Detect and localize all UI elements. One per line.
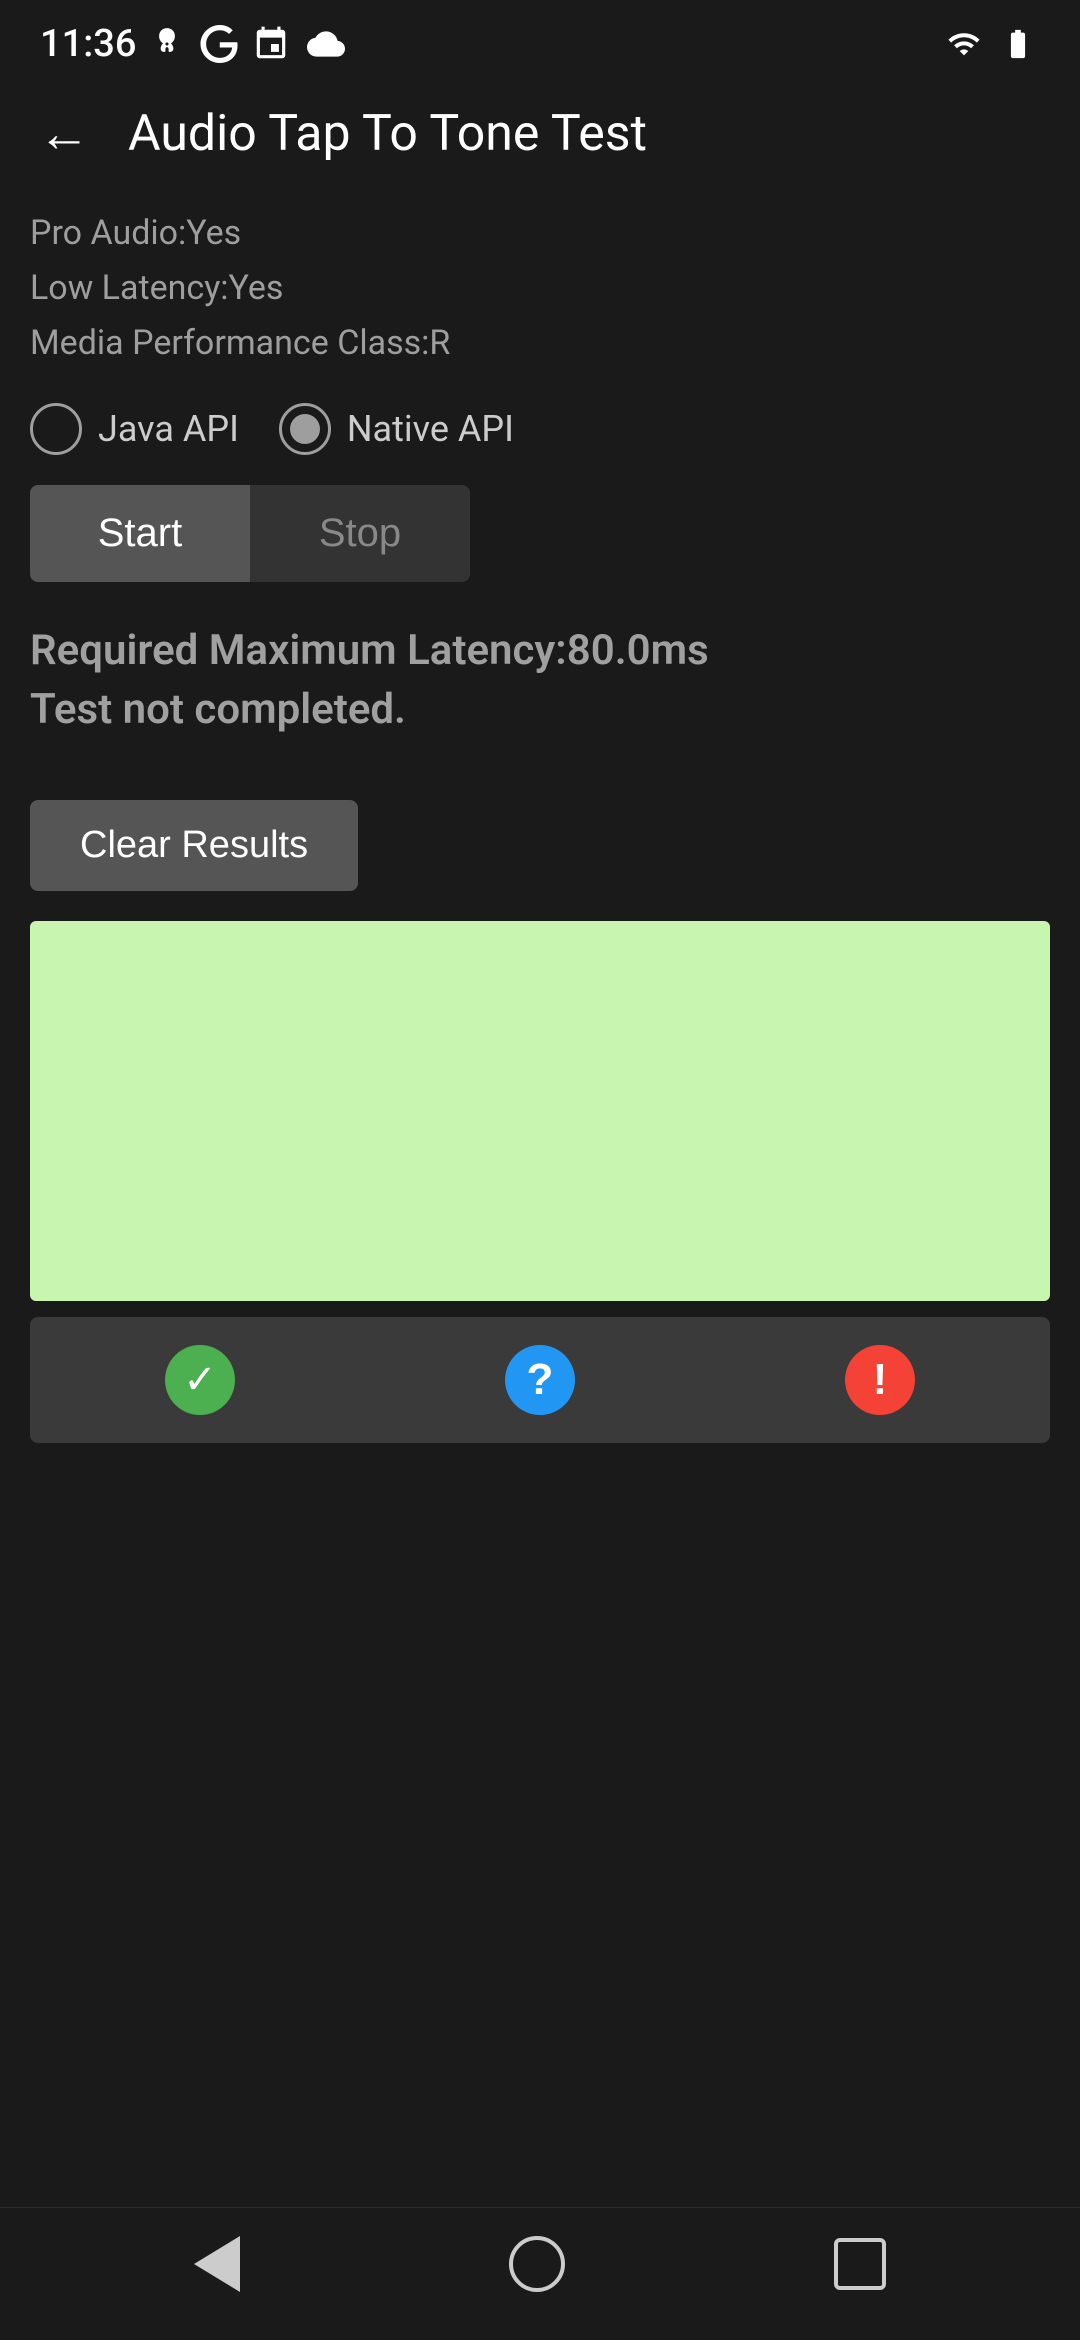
back-button[interactable]: ← xyxy=(30,100,98,168)
low-latency-info: Low Latency:Yes xyxy=(30,263,1050,314)
status-text-section: Required Maximum Latency:80.0ms Test not… xyxy=(0,602,1080,760)
fan-icon xyxy=(148,25,186,63)
radio-inner-native xyxy=(290,414,320,444)
cloud-icon xyxy=(304,25,348,63)
status-completion-text: Test not completed. xyxy=(30,681,1050,740)
check-icon-button[interactable]: ✓ xyxy=(30,1317,370,1443)
question-icon-button[interactable]: ? xyxy=(370,1317,710,1443)
radio-outer-native xyxy=(279,403,331,455)
api-radio-group: Java API Native API xyxy=(0,383,1080,475)
status-icons-right xyxy=(942,27,1040,61)
pro-audio-info: Pro Audio:Yes xyxy=(30,208,1050,259)
nav-home-icon xyxy=(509,2236,565,2292)
action-button-group: Start Stop xyxy=(0,475,1080,602)
warning-icon: ! xyxy=(845,1345,915,1415)
media-performance-info: Media Performance Class:R xyxy=(30,318,1050,369)
nav-recents-button[interactable] xyxy=(834,2238,886,2290)
info-section: Pro Audio:Yes Low Latency:Yes Media Perf… xyxy=(0,188,1080,383)
status-time: 11:36 xyxy=(40,22,136,66)
radio-option-native[interactable]: Native API xyxy=(279,403,514,455)
warning-icon-button[interactable]: ! xyxy=(710,1317,1050,1443)
start-button[interactable]: Start xyxy=(30,485,250,582)
toolbar: ← Audio Tap To Tone Test xyxy=(0,80,1080,188)
calendar-icon xyxy=(252,25,290,63)
battery-icon xyxy=(996,27,1040,61)
nav-home-button[interactable] xyxy=(509,2236,565,2292)
status-bar: 11:36 xyxy=(0,0,1080,80)
nav-recents-icon xyxy=(834,2238,886,2290)
wifi-icon xyxy=(942,27,986,61)
clear-results-section: Clear Results xyxy=(0,760,1080,911)
nav-back-icon xyxy=(194,2236,240,2292)
status-icons-left xyxy=(148,25,348,63)
radio-outer-java xyxy=(30,403,82,455)
radio-label-java: Java API xyxy=(98,408,239,450)
question-icon: ? xyxy=(505,1345,575,1415)
radio-label-native: Native API xyxy=(347,408,514,450)
radio-option-java[interactable]: Java API xyxy=(30,403,239,455)
bottom-icon-bar: ✓ ? ! xyxy=(30,1317,1050,1443)
nav-back-button[interactable] xyxy=(194,2236,240,2292)
check-icon: ✓ xyxy=(165,1345,235,1415)
google-icon xyxy=(200,25,238,63)
stop-button[interactable]: Stop xyxy=(250,485,470,582)
navigation-bar xyxy=(0,2207,1080,2340)
back-arrow-icon: ← xyxy=(38,105,90,163)
page-title: Audio Tap To Tone Test xyxy=(128,105,647,163)
status-latency-text: Required Maximum Latency:80.0ms xyxy=(30,622,1050,681)
display-area xyxy=(30,921,1050,1301)
clear-results-button[interactable]: Clear Results xyxy=(30,800,358,891)
